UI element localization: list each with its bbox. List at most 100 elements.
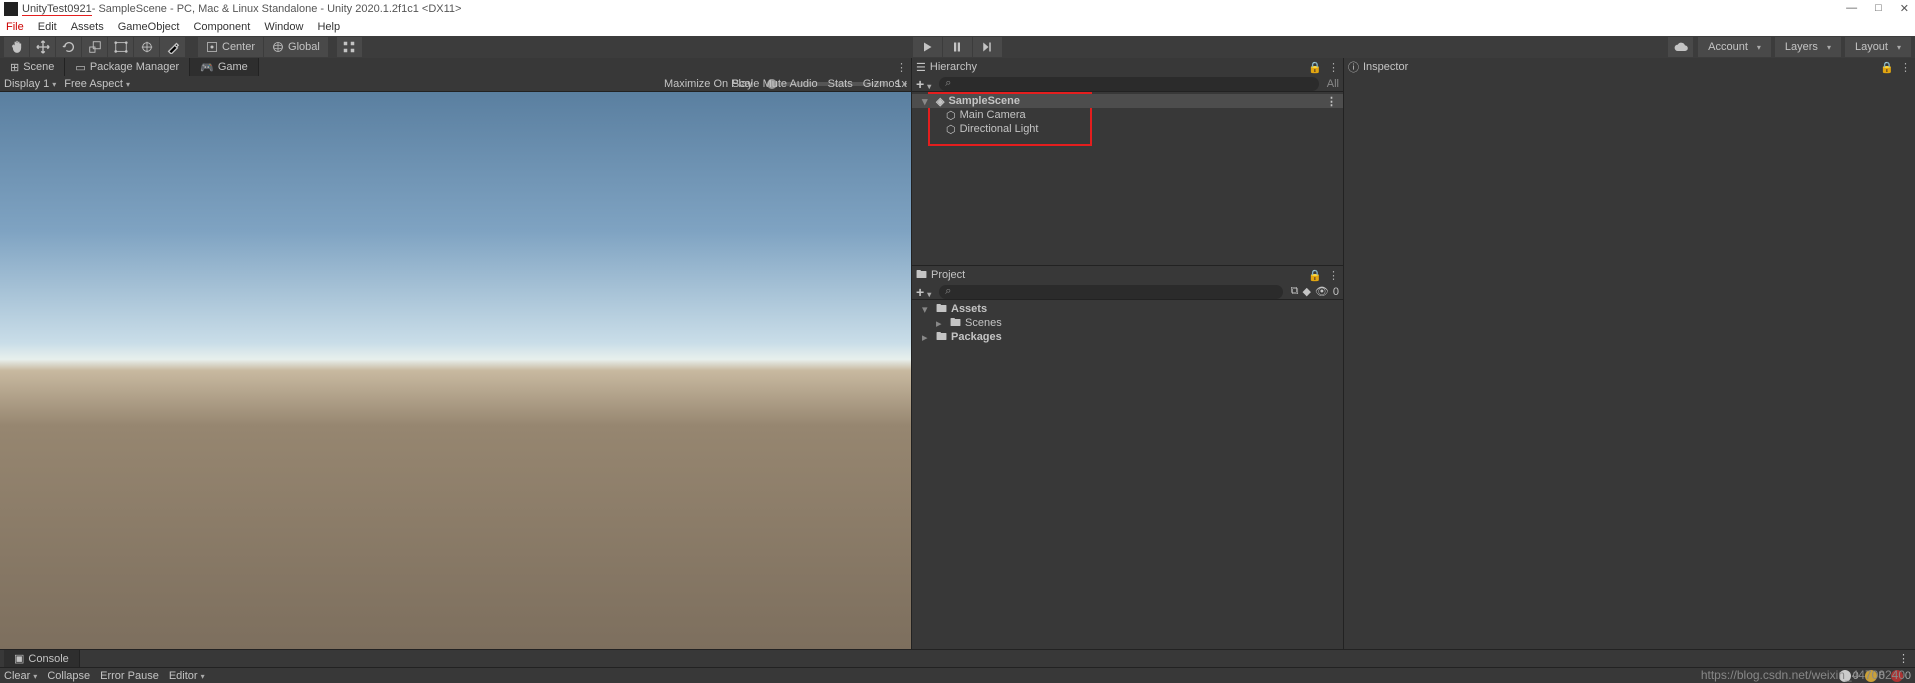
lock-icon[interactable]: 🔒	[1880, 61, 1894, 74]
menu-file[interactable]: File	[6, 21, 24, 33]
maximize-on-play-toggle[interactable]: Maximize On Play	[664, 78, 753, 90]
project-search[interactable]: ⌕	[939, 285, 1282, 299]
layout-dropdown[interactable]: Layout	[1845, 37, 1911, 57]
game-view[interactable]	[0, 92, 911, 649]
filter-icon[interactable]: ◆	[1302, 285, 1310, 298]
gameobject-icon: ⬡	[946, 123, 956, 136]
display-dropdown[interactable]: Display 1	[4, 78, 56, 90]
close-icon[interactable]: ✕	[1900, 2, 1909, 15]
search-icon: ⌕	[945, 285, 951, 298]
cloud-button[interactable]	[1668, 37, 1694, 57]
cloud-icon	[1673, 41, 1689, 53]
scale-tool-button[interactable]	[82, 37, 108, 57]
menu-window[interactable]: Window	[264, 21, 303, 33]
hand-tool-button[interactable]	[4, 37, 30, 57]
console-clear-button[interactable]: Clear	[4, 670, 37, 682]
game-view-options: Display 1 Free Aspect Scale 1x Maximize …	[0, 76, 911, 92]
foldout-icon[interactable]: ▾	[922, 303, 932, 316]
hierarchy-search[interactable]: ⌕	[939, 77, 1319, 91]
foldout-icon[interactable]: ▸	[922, 331, 932, 344]
hidden-toggle[interactable]: 👁	[1315, 285, 1329, 298]
aspect-dropdown[interactable]: Free Aspect	[64, 78, 130, 90]
panel-menu-icon[interactable]: ⋮	[1900, 61, 1911, 74]
console-menu-icon[interactable]: ⋮	[1898, 652, 1909, 665]
console-options: Clear Collapse Error Pause Editor 0 0 0 …	[0, 667, 1915, 683]
search-icon: ⌕	[945, 77, 951, 90]
panel-menu-icon[interactable]: ⋮	[1328, 61, 1339, 74]
menu-help[interactable]: Help	[317, 21, 340, 33]
folder-icon: 🖿	[936, 328, 947, 347]
tab-scene[interactable]: ⊞ Scene	[0, 58, 65, 76]
global-icon	[272, 41, 284, 53]
console-error-pause-toggle[interactable]: Error Pause	[100, 670, 159, 682]
console-tab-bar: ▣ Console ⋮	[0, 649, 1915, 667]
tab-package-manager[interactable]: ▭ Package Manager	[65, 58, 190, 76]
pivot-rotation-button[interactable]: Global	[264, 37, 329, 57]
project-panel: 🖿 Project 🔒⋮ + ⌕ ⧉ ◆ 👁 0 ▾ 🖿 Asse	[912, 266, 1343, 649]
play-button[interactable]	[913, 37, 943, 57]
menu-assets[interactable]: Assets	[71, 21, 104, 33]
inspector-body	[1344, 76, 1915, 649]
create-dropdown[interactable]: +	[916, 76, 931, 92]
minimize-icon[interactable]: —	[1846, 2, 1857, 15]
menu-gameobject[interactable]: GameObject	[118, 21, 180, 33]
console-editor-dropdown[interactable]: Editor	[169, 670, 205, 682]
favorites-icon[interactable]: ⧉	[1291, 285, 1299, 298]
package-icon: ▭	[75, 61, 85, 74]
project-tree[interactable]: ▾ 🖿 Assets ▸ 🖿 Scenes ▸ 🖿 Packages	[912, 300, 1343, 649]
hierarchy-item-camera[interactable]: ⬡ Main Camera	[912, 108, 1343, 122]
lock-icon[interactable]: 🔒	[1308, 269, 1322, 282]
snap-button[interactable]	[337, 37, 363, 57]
hierarchy-tree[interactable]: ▾ ◈ SampleScene ⋮ ⬡ Main Camera ⬡ Direct…	[912, 92, 1343, 265]
main-area: ⊞ Scene ▭ Package Manager 🎮 Game ⋮ Displ…	[0, 58, 1915, 649]
hierarchy-project-pane: ☰ Hierarchy 🔒⋮ + ⌕ All ▾ ◈ SampleScene ⋮	[912, 58, 1344, 649]
project-assets-folder[interactable]: ▾ 🖿 Assets	[912, 302, 1343, 316]
hierarchy-scene-root[interactable]: ▾ ◈ SampleScene ⋮	[912, 94, 1343, 108]
project-scenes-folder[interactable]: ▸ 🖿 Scenes	[912, 316, 1343, 330]
inspector-icon: ⓘ	[1348, 59, 1359, 75]
project-name: UnityTest0921	[22, 3, 92, 16]
console-icon: ▣	[14, 652, 24, 665]
tab-options-icon[interactable]: ⋮	[896, 61, 907, 74]
stats-toggle[interactable]: Stats	[828, 78, 853, 90]
main-toolbar: Center Global Account Layers Layout	[0, 36, 1915, 58]
layers-dropdown[interactable]: Layers	[1775, 37, 1841, 57]
rotate-tool-button[interactable]	[56, 37, 82, 57]
custom-tool-button[interactable]	[160, 37, 186, 57]
transform-tool-button[interactable]	[134, 37, 160, 57]
menu-component[interactable]: Component	[193, 21, 250, 33]
step-button[interactable]	[973, 37, 1003, 57]
console-collapse-toggle[interactable]: Collapse	[47, 670, 90, 682]
account-dropdown[interactable]: Account	[1698, 37, 1771, 57]
project-packages-folder[interactable]: ▸ 🖿 Packages	[912, 330, 1343, 344]
hierarchy-header[interactable]: ☰ Hierarchy 🔒⋮	[912, 58, 1343, 76]
project-create-dropdown[interactable]: +	[916, 284, 931, 300]
panel-menu-icon[interactable]: ⋮	[1328, 269, 1339, 282]
project-header[interactable]: 🖿 Project 🔒⋮	[912, 266, 1343, 284]
move-tool-button[interactable]	[30, 37, 56, 57]
unity-icon	[4, 2, 18, 16]
scene-game-pane: ⊞ Scene ▭ Package Manager 🎮 Game ⋮ Displ…	[0, 58, 912, 649]
folder-icon: 🖿	[916, 266, 927, 285]
gameobject-icon: ⬡	[946, 109, 956, 122]
menu-edit[interactable]: Edit	[38, 21, 57, 33]
tab-game[interactable]: 🎮 Game	[190, 58, 259, 76]
pivot-rotation-label: Global	[288, 41, 320, 53]
gizmos-dropdown[interactable]: Gizmos	[863, 78, 907, 90]
pause-button[interactable]	[943, 37, 973, 57]
rect-tool-button[interactable]	[108, 37, 134, 57]
mute-audio-toggle[interactable]: Mute Audio	[763, 78, 818, 90]
tab-console[interactable]: ▣ Console	[4, 650, 80, 668]
foldout-icon[interactable]: ▾	[922, 95, 932, 108]
watermark-text: https://blog.csdn.net/weixin_44708240	[1701, 668, 1905, 682]
hierarchy-filter-all[interactable]: All	[1327, 78, 1339, 90]
game-icon: 🎮	[200, 61, 214, 74]
inspector-header[interactable]: ⓘ Inspector 🔒⋮	[1344, 58, 1915, 76]
pivot-mode-button[interactable]: Center	[198, 37, 264, 57]
hidden-count: 0	[1333, 286, 1339, 298]
lock-icon[interactable]: 🔒	[1308, 61, 1322, 74]
hierarchy-icon: ☰	[916, 61, 926, 74]
hierarchy-item-light[interactable]: ⬡ Directional Light	[912, 122, 1343, 136]
scene-menu-icon[interactable]: ⋮	[1326, 95, 1337, 108]
maximize-icon[interactable]: □	[1875, 2, 1882, 15]
